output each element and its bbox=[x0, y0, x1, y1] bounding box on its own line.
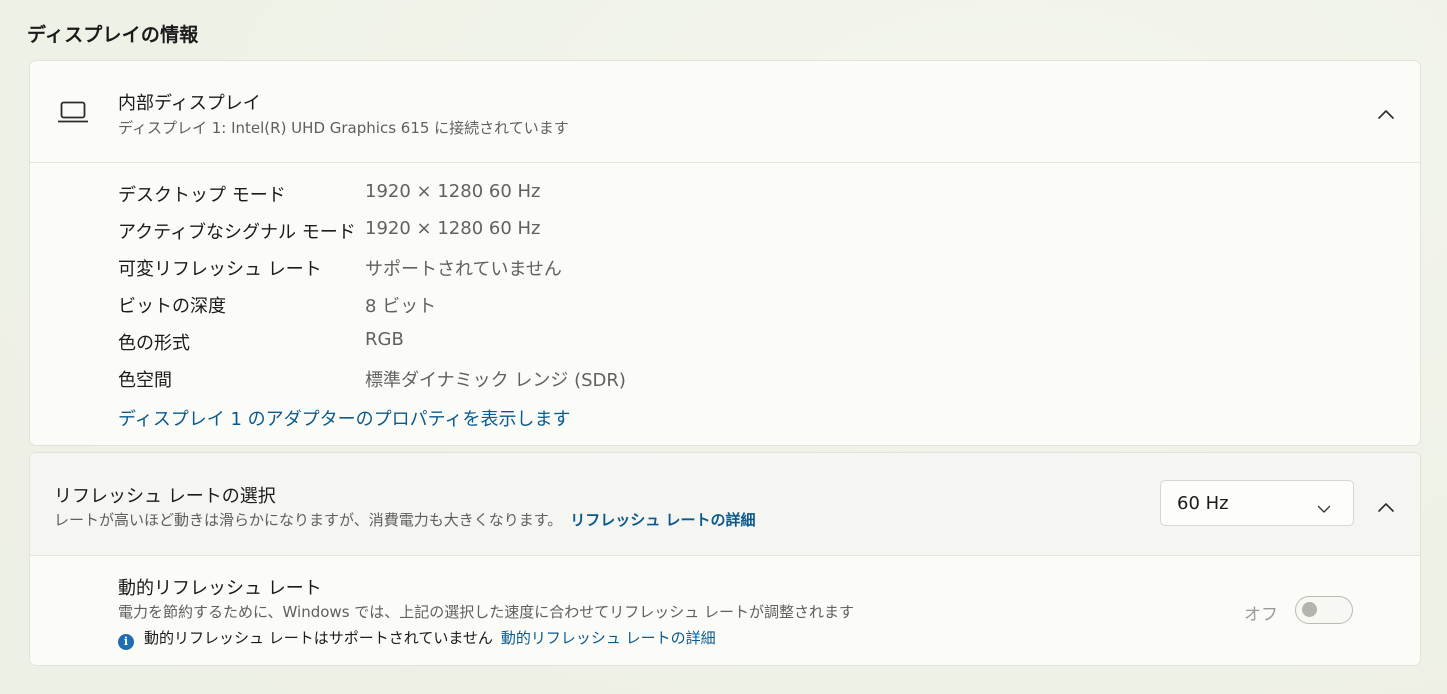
chevron-up-icon[interactable] bbox=[1377, 498, 1395, 512]
info-label: デスクトップ モード bbox=[118, 185, 286, 206]
refresh-rate-subtitle: レートが高いほど動きは滑らかになりますが、消費電力も大きくなります。 リフレッシュ… bbox=[54, 509, 755, 530]
chevron-up-icon[interactable] bbox=[1377, 105, 1395, 119]
display-card-header[interactable]: 内部ディスプレイ ディスプレイ 1: Intel(R) UHD Graphics… bbox=[30, 61, 1420, 163]
dynamic-refresh-toggle[interactable] bbox=[1295, 596, 1353, 624]
dynamic-refresh-title: 動的リフレッシュ レート bbox=[118, 578, 322, 599]
refresh-rate-card: リフレッシュ レートの選択 レートが高いほど動きは滑らかになりますが、消費電力も… bbox=[29, 452, 1421, 666]
info-icon: i bbox=[118, 634, 134, 650]
toggle-state-label: オフ bbox=[1244, 605, 1278, 625]
display-card-title: 内部ディスプレイ bbox=[118, 93, 261, 114]
refresh-rate-description: レートが高いほど動きは滑らかになりますが、消費電力も大きくなります。 bbox=[54, 511, 563, 529]
info-value: 1920 × 1280 60 Hz bbox=[365, 218, 541, 239]
refresh-rate-details-link[interactable]: リフレッシュ レートの詳細 bbox=[570, 511, 755, 529]
laptop-icon bbox=[57, 101, 89, 127]
toggle-knob bbox=[1302, 602, 1317, 617]
info-value: 1920 × 1280 60 Hz bbox=[365, 181, 541, 202]
section-title: ディスプレイの情報 bbox=[27, 24, 199, 46]
dynamic-refresh-info-text: 動的リフレッシュ レートはサポートされていません bbox=[144, 629, 493, 647]
adapter-properties-link[interactable]: ディスプレイ 1 のアダプターのプロパティを表示します bbox=[118, 405, 571, 431]
refresh-card-header[interactable]: リフレッシュ レートの選択 レートが高いほど動きは滑らかになりますが、消費電力も… bbox=[30, 453, 1420, 556]
info-value: RGB bbox=[365, 329, 404, 350]
dynamic-refresh-info: i 動的リフレッシュ レートはサポートされていません 動的リフレッシュ レートの詳細 bbox=[118, 627, 716, 650]
info-label: 色の形式 bbox=[118, 333, 190, 354]
info-value: 標準ダイナミック レンジ (SDR) bbox=[365, 370, 626, 391]
info-label: アクティブなシグナル モード bbox=[118, 222, 356, 243]
info-label: 色空間 bbox=[118, 370, 172, 391]
refresh-rate-dropdown[interactable]: 60 Hz bbox=[1160, 480, 1354, 526]
dynamic-refresh-subtitle: 電力を節約するために、Windows では、上記の選択した速度に合わせてリフレッ… bbox=[118, 603, 855, 621]
display-info-card: 内部ディスプレイ ディスプレイ 1: Intel(R) UHD Graphics… bbox=[29, 60, 1421, 446]
info-label: ビットの深度 bbox=[118, 296, 226, 317]
dynamic-refresh-details-link[interactable]: 動的リフレッシュ レートの詳細 bbox=[501, 629, 716, 647]
info-label: 可変リフレッシュ レート bbox=[118, 259, 322, 280]
chevron-down-icon bbox=[1317, 499, 1331, 518]
info-value: サポートされていません bbox=[365, 259, 562, 280]
display-card-subtitle: ディスプレイ 1: Intel(R) UHD Graphics 615 に接続さ… bbox=[118, 119, 569, 137]
dropdown-selected-value: 60 Hz bbox=[1177, 493, 1229, 514]
refresh-rate-title: リフレッシュ レートの選択 bbox=[54, 486, 276, 507]
info-value: 8 ビット bbox=[365, 296, 437, 317]
